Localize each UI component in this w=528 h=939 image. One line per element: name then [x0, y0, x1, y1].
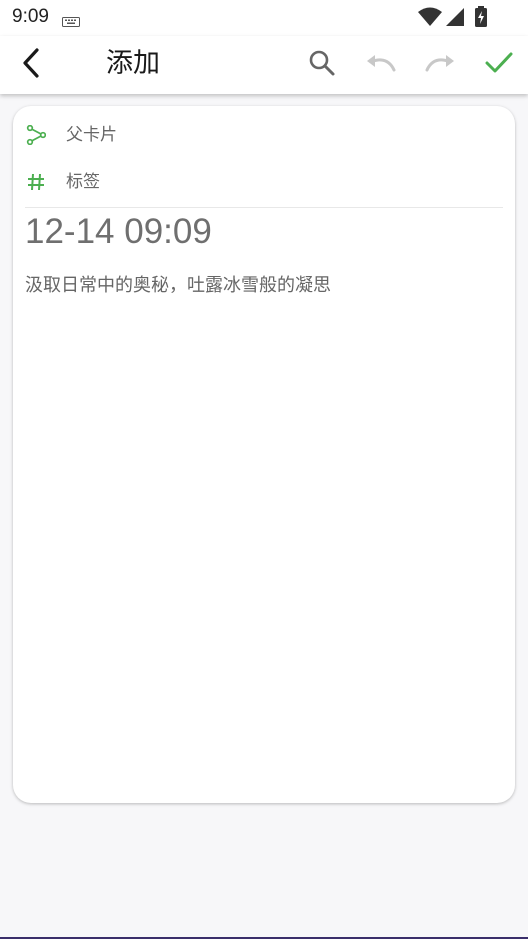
- search-button[interactable]: [300, 43, 344, 87]
- app-bar: 添加: [0, 36, 528, 94]
- keyboard-icon: [62, 12, 80, 31]
- status-bar: 9:09: [0, 0, 528, 36]
- divider: [25, 207, 503, 208]
- back-arrow-icon: [20, 47, 44, 83]
- redo-icon: [424, 53, 456, 77]
- share-branch-icon: [26, 124, 47, 146]
- undo-icon: [365, 53, 397, 77]
- check-icon: [484, 51, 514, 79]
- redo-button[interactable]: [418, 43, 462, 87]
- status-time: 9:09: [12, 6, 49, 27]
- back-button[interactable]: [10, 43, 54, 87]
- page-title: 添加: [106, 48, 160, 79]
- parent-card-row[interactable]: 父卡片: [13, 115, 515, 155]
- undo-button[interactable]: [359, 43, 403, 87]
- tags-row[interactable]: 标签: [13, 162, 515, 202]
- card-body-text[interactable]: 汲取日常中的奥秘，吐露冰雪般的凝思: [25, 274, 503, 298]
- note-card: 父卡片 标签 12-14 09:09 汲取日常中的奥秘，吐露冰雪般的凝思: [13, 106, 515, 803]
- parent-card-label: 父卡片: [66, 125, 117, 145]
- tags-label: 标签: [66, 172, 100, 192]
- hash-icon: [26, 172, 46, 192]
- search-icon: [308, 49, 336, 81]
- save-button[interactable]: [477, 43, 521, 87]
- card-date: 12-14 09:09: [25, 212, 212, 251]
